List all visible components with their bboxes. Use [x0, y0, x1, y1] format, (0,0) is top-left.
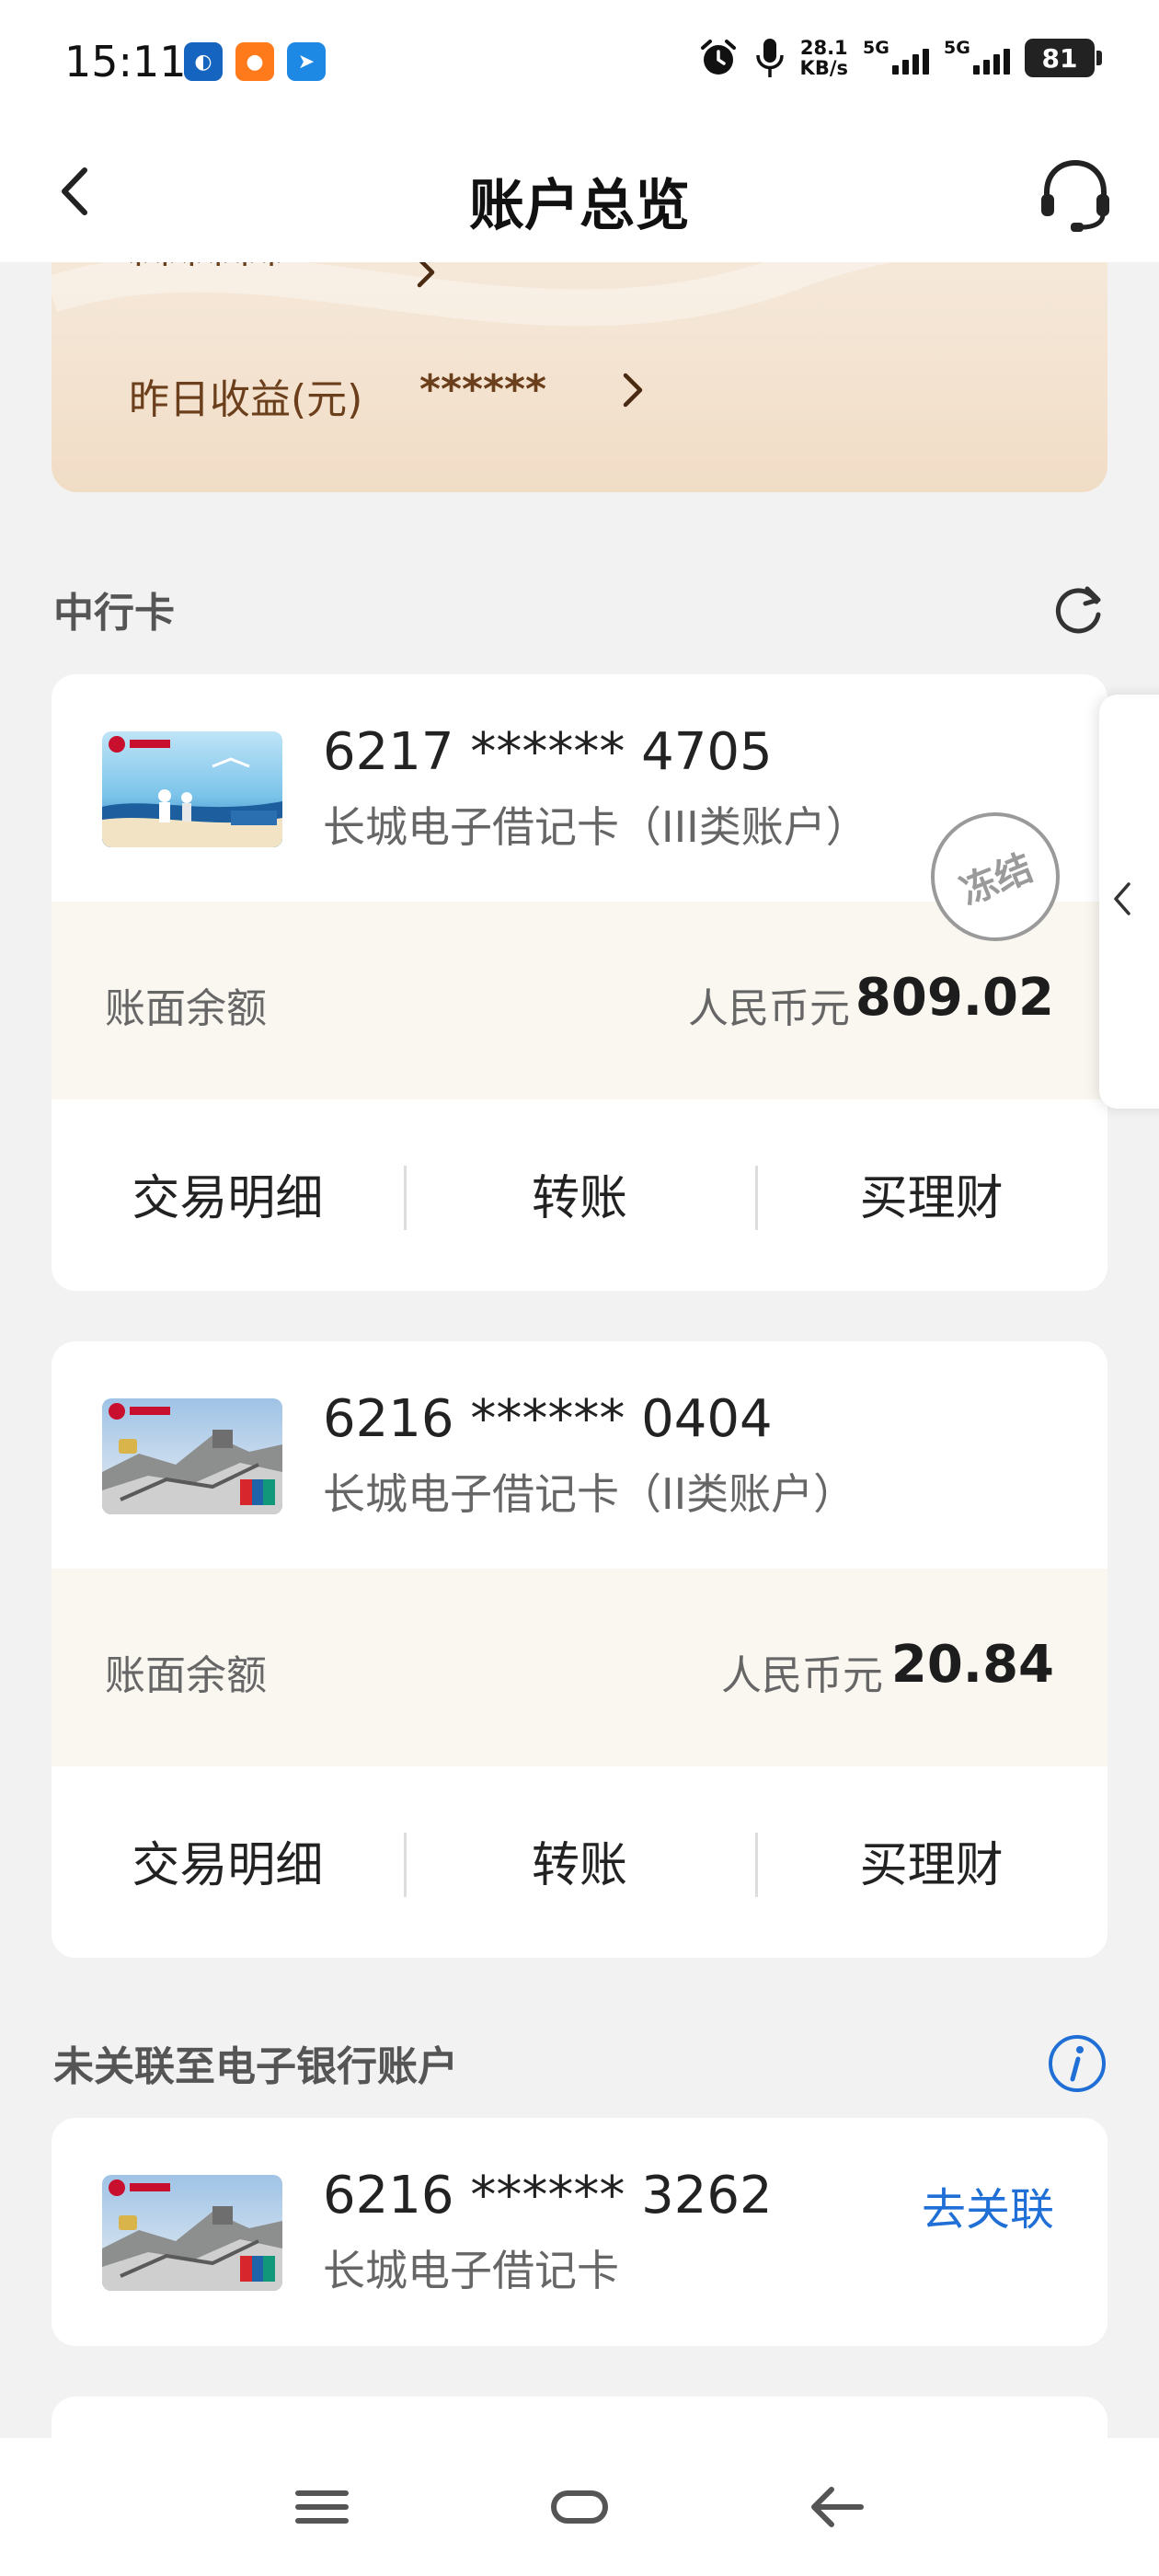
notification-icons: ◐ ● ➤	[184, 42, 326, 81]
page-title: 账户总览	[469, 174, 690, 238]
card-image-beach	[102, 731, 282, 847]
customer-service-headset-icon[interactable]	[1034, 154, 1117, 236]
buy-wealth-product-button[interactable]: 买理财	[755, 1099, 1107, 1288]
card-number: 6216 ****** 0404	[323, 1389, 773, 1449]
status-time: 15:11	[64, 37, 187, 86]
refresh-icon[interactable]	[1049, 580, 1107, 638]
network-type-label: 5G	[863, 38, 889, 58]
card-type: 长城电子借记卡（III类账户）	[323, 802, 868, 852]
card-number: 6216 ****** 3262	[323, 2166, 773, 2225]
chevron-left-icon	[1114, 882, 1130, 915]
balance-currency: 人民币元	[688, 985, 850, 1032]
account-card[interactable]: 6216 ****** 0404 长城电子借记卡（II类账户） 账面余额 人民币…	[52, 1341, 1107, 1958]
info-icon[interactable]	[1047, 2033, 1107, 2094]
network-type-label: 5G	[944, 38, 970, 58]
section-title-unlinked-accounts: 未关联至电子银行账户	[53, 2043, 458, 2090]
card-type: 长城电子借记卡（II类账户）	[323, 1469, 856, 1519]
app-notification-icon: ◐	[184, 42, 223, 81]
app-header: 账户总览	[0, 124, 1159, 262]
network-speed-unit: KB/s	[799, 57, 848, 79]
card-actions: 交易明细 转账 买理财	[52, 1766, 1107, 1955]
battery-level: 81	[1025, 39, 1102, 77]
app-notification-icon: ➤	[287, 42, 326, 81]
app-notification-icon: ●	[235, 42, 274, 81]
account-card[interactable]: 6217 ****** 4705 长城电子借记卡（III类账户） 账面余额 人民…	[52, 674, 1107, 1291]
menu-icon[interactable]	[285, 2475, 359, 2539]
signal-bars-icon	[973, 49, 1010, 75]
signal-strength-1: 5G	[863, 38, 929, 78]
balance-label: 账面余额	[105, 1652, 267, 1699]
yesterday-yield-value: ******	[419, 366, 547, 413]
chevron-right-icon[interactable]	[613, 368, 653, 412]
yesterday-yield-label: 昨日收益(元)	[129, 376, 363, 423]
transfer-button[interactable]: 转账	[403, 1766, 756, 1955]
system-navigation-bar	[0, 2438, 1159, 2576]
alarm-icon	[700, 40, 736, 75]
network-speed: 28.1 KB/s	[800, 38, 848, 78]
signal-bars-icon	[892, 49, 929, 75]
section-title-boc-cards: 中行卡	[53, 590, 175, 637]
microphone-icon	[755, 39, 784, 77]
transaction-details-button[interactable]: 交易明细	[52, 1766, 404, 1955]
card-image-great-wall	[102, 1398, 282, 1514]
balance-amount: 809.02	[855, 968, 1054, 1028]
balance-amount: 20.84	[890, 1635, 1054, 1695]
home-icon[interactable]	[543, 2475, 616, 2539]
transfer-button[interactable]: 转账	[403, 1099, 756, 1288]
card-type: 长城电子借记卡	[323, 2246, 619, 2295]
back-icon[interactable]	[800, 2475, 874, 2539]
balance-currency: 人民币元	[721, 1652, 883, 1699]
card-actions: 交易明细 转账 买理财	[52, 1099, 1107, 1288]
card-number: 6217 ****** 4705	[323, 722, 773, 782]
balance-row: 账面余额 人民币元 20.84	[52, 1569, 1107, 1766]
transaction-details-button[interactable]: 交易明细	[52, 1099, 404, 1288]
status-indicators: 28.1 KB/s 5G 5G 81	[697, 37, 1102, 79]
balance-row: 账面余额 人民币元 809.02	[52, 902, 1107, 1099]
balance-label: 账面余额	[105, 985, 267, 1032]
network-speed-value: 28.1	[799, 37, 848, 59]
buy-wealth-product-button[interactable]: 买理财	[755, 1766, 1107, 1955]
status-bar: 15:11 ◐ ● ➤ 28.1 KB/s 5G 5G 81	[0, 0, 1159, 124]
card-image-great-wall	[102, 2175, 282, 2291]
unlinked-account-card[interactable]: 6216 ****** 3262 长城电子借记卡 去关联	[52, 2118, 1107, 2346]
link-account-button[interactable]: 去关联	[922, 2173, 1054, 2237]
signal-strength-2: 5G	[944, 38, 1010, 78]
side-drawer-tab[interactable]	[1099, 695, 1159, 1109]
